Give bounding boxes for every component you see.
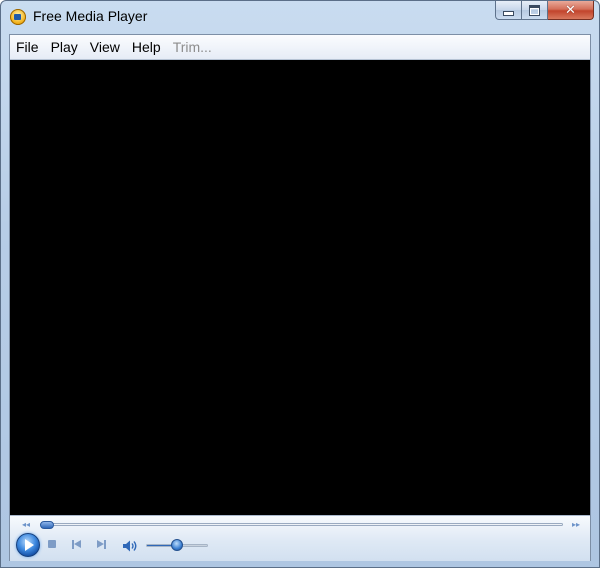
seek-thumb[interactable]: [40, 521, 54, 529]
title-bar[interactable]: Free Media Player ✕: [1, 1, 599, 33]
next-icon[interactable]: [97, 539, 109, 551]
menu-bar: File Play View Help Trim...: [10, 35, 590, 60]
menu-play[interactable]: Play: [45, 35, 84, 59]
app-media-player-icon[interactable]: [10, 9, 26, 25]
minimize-icon: [503, 10, 514, 16]
volume-thumb[interactable]: [171, 539, 183, 551]
speaker-icon[interactable]: [122, 538, 138, 552]
play-button[interactable]: [16, 533, 40, 557]
menu-view[interactable]: View: [84, 35, 126, 59]
menu-trim: Trim...: [172, 39, 212, 55]
minimize-button[interactable]: [495, 1, 522, 20]
close-button[interactable]: ✕: [548, 1, 594, 20]
player-client-area: File Play View Help Trim... ◂◂ ▸▸: [9, 34, 591, 561]
seek-track[interactable]: [40, 523, 563, 526]
playback-controls: ◂◂ ▸▸: [10, 515, 590, 561]
app-window: Free Media Player ✕ File Play View Help …: [0, 0, 600, 568]
video-display[interactable]: [10, 60, 590, 515]
maximize-icon: [529, 4, 540, 16]
close-icon: ✕: [565, 2, 576, 18]
seek-back-icon[interactable]: ◂◂: [22, 519, 30, 531]
stop-icon[interactable]: [48, 540, 56, 548]
menu-file[interactable]: File: [10, 35, 45, 59]
window-controls: ✕: [495, 1, 594, 22]
seek-bar: ◂◂ ▸▸: [10, 519, 590, 531]
previous-icon[interactable]: [72, 539, 84, 551]
maximize-button[interactable]: [522, 1, 548, 20]
window-title: Free Media Player: [33, 8, 148, 24]
menu-help[interactable]: Help: [126, 35, 167, 59]
seek-forward-icon[interactable]: ▸▸: [572, 519, 580, 531]
